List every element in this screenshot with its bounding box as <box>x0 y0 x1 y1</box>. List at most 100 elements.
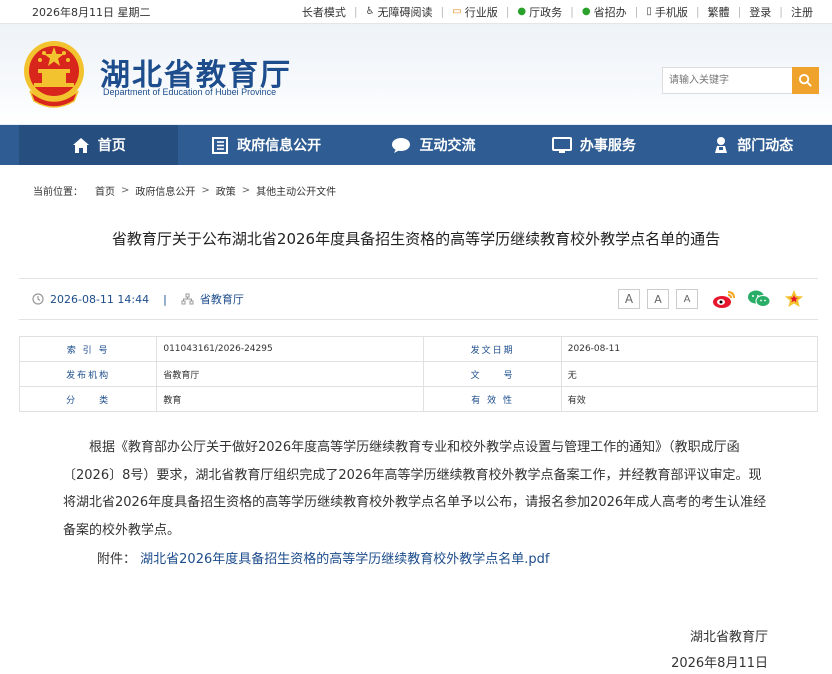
dept-affairs-label: 厅政务 <box>529 5 563 19</box>
info-value: 教育 <box>156 386 425 412</box>
info-key: 分 类 <box>18 386 158 412</box>
article-meta: 2026-08-11 14:44 | 省教育厅 A A A <box>19 278 818 320</box>
divider: | <box>440 5 445 18</box>
search-box <box>662 67 819 94</box>
divider: | <box>353 5 358 18</box>
attachment-link[interactable]: 湖北省2026年度具备招生资格的高等学历继续教育校外教学点名单.pdf <box>140 552 549 567</box>
divider: | <box>505 5 510 18</box>
info-value: 2026-08-11 <box>560 336 819 362</box>
chat-bubble-icon <box>392 137 411 153</box>
info-key: 发布机构 <box>18 361 158 387</box>
wheelchair-icon: ♿ <box>365 6 375 17</box>
nav-dept-news[interactable]: 部门动态 <box>675 125 832 165</box>
document-info-table: 索 引 号 011043161/2026-24295 发文日期 2026-08-… <box>18 336 819 412</box>
breadcrumb-item-policy[interactable]: 政策 <box>216 183 236 198</box>
divider: | <box>737 5 742 18</box>
accessibility-label: 无障碍阅读 <box>377 5 433 19</box>
table-row: 分 类 教育 有 效 性 有效 <box>18 386 819 412</box>
wechat-icon <box>748 290 771 307</box>
info-key: 有 效 性 <box>423 386 562 412</box>
article-title: 省教育厅关于公布湖北省2026年度具备招生资格的高等学历继续教育校外教学点名单的… <box>111 230 721 248</box>
divider: | <box>634 5 639 18</box>
mobile-version-link[interactable]: ▯ 手机版 <box>646 4 688 20</box>
monitor-icon <box>551 136 572 153</box>
dept-affairs-link[interactable]: ● 厅政务 <box>517 4 562 20</box>
industry-version-label: 行业版 <box>464 5 498 19</box>
divider: | <box>570 5 574 18</box>
site-header: 湖北省教育厅 Department of Education of Hubei … <box>0 24 832 125</box>
favorite-button[interactable] <box>782 288 806 310</box>
nav-gov-info-label: 政府信息公开 <box>237 138 322 154</box>
meta-right: A A A <box>618 288 806 310</box>
publish-datetime: 2026-08-11 14:44 <box>50 292 150 306</box>
wechat-icon: ● <box>517 6 527 17</box>
industry-version-link[interactable]: ▭ 行业版 <box>452 4 497 20</box>
main-nav: 首页 政府信息公开 互动交流 办事服务 部门动态 <box>0 125 832 165</box>
divider: | <box>779 5 783 18</box>
weibo-icon <box>713 291 735 308</box>
monitor-icon: ▭ <box>452 6 462 17</box>
meta-divider: | <box>163 292 167 306</box>
home-icon <box>72 137 89 153</box>
wechat-icon: ● <box>581 6 591 17</box>
info-key: 索 引 号 <box>18 336 158 362</box>
admissions-office-label: 省招办 <box>593 5 627 19</box>
accessibility-link[interactable]: ♿ 无障碍阅读 <box>366 4 433 20</box>
info-value: 省教育厅 <box>156 361 425 387</box>
national-emblem-icon <box>24 41 84 108</box>
breadcrumb-item-home[interactable]: 首页 <box>95 183 115 198</box>
table-row: 索 引 号 011043161/2026-24295 发文日期 2026-08-… <box>18 336 819 362</box>
font-size-small-button[interactable]: A <box>676 289 698 309</box>
font-size-medium-button[interactable]: A <box>647 289 669 309</box>
top-bar: 2026年8月11日 星期二 长者模式 | ♿ 无障碍阅读 | ▭ 行业版 | ● 厅… <box>0 0 832 24</box>
mobile-version-label: 手机版 <box>654 5 688 19</box>
breadcrumb-prefix: 当前位置： <box>33 186 83 198</box>
divider: | <box>695 5 700 18</box>
search-icon <box>798 73 812 87</box>
signature-date: 2026年8月11日 <box>671 656 768 671</box>
article-body: 根据《教育部办公厅关于做好2026年度高等学历继续教育专业和校外教学点设置与管理… <box>63 440 767 538</box>
info-key: 文 号 <box>423 361 562 387</box>
signature-org: 湖北省教育厅 <box>689 630 768 645</box>
top-links: 长者模式 | ♿ 无障碍阅读 | ▭ 行业版 | ● 厅政务 | ● 省招办 | ▯ 手机… <box>302 4 813 20</box>
nav-services-label: 办事服务 <box>579 138 636 154</box>
attachment-label: 附件： <box>97 552 137 567</box>
phone-icon: ▯ <box>646 6 652 17</box>
attachment: 附件： 湖北省2026年度具备招生资格的高等学历继续教育校外教学点名单.pdf <box>97 548 832 567</box>
chevron-right-icon: > <box>121 184 130 196</box>
clock-icon <box>32 293 44 305</box>
nav-gov-info[interactable]: 政府信息公开 <box>178 125 353 165</box>
current-date: 2026年8月11日 星期二 <box>32 5 151 19</box>
share-wechat-button[interactable] <box>747 288 771 310</box>
chevron-right-icon: > <box>201 184 210 196</box>
breadcrumb-item-other-files[interactable]: 其他主动公开文件 <box>256 183 336 198</box>
nav-interaction[interactable]: 互动交流 <box>354 125 513 165</box>
admissions-office-link[interactable]: ● 省招办 <box>582 4 627 20</box>
table-row: 发布机构 省教育厅 文 号 无 <box>18 361 819 387</box>
nav-dept-news-label: 部门动态 <box>737 138 794 154</box>
share-weibo-button[interactable] <box>712 288 736 310</box>
info-value: 有效 <box>560 386 819 412</box>
info-key: 发文日期 <box>423 336 562 362</box>
elder-mode-link[interactable]: 长者模式 <box>302 4 346 20</box>
person-badge-icon <box>715 137 728 153</box>
star-icon <box>785 290 803 307</box>
breadcrumb-item-gov-info[interactable]: 政府信息公开 <box>135 183 195 198</box>
chevron-right-icon: > <box>241 184 251 196</box>
article-source: 省教育厅 <box>199 293 244 306</box>
font-size-large-button[interactable]: A <box>618 289 640 309</box>
document-icon <box>212 136 229 154</box>
search-button[interactable] <box>792 67 819 94</box>
site-subtitle: Department of Education of Hubei Provinc… <box>103 87 277 97</box>
search-input[interactable] <box>662 67 792 94</box>
organization-icon <box>181 293 194 305</box>
meta-left: 2026-08-11 14:44 | 省教育厅 <box>32 291 244 307</box>
info-value: 011043161/2026-24295 <box>156 336 425 362</box>
traditional-chinese-link[interactable]: 繁體 <box>708 4 730 20</box>
nav-home-label: 首页 <box>97 138 126 154</box>
nav-services[interactable]: 办事服务 <box>513 125 674 165</box>
info-value: 无 <box>560 361 819 387</box>
login-link[interactable]: 登录 <box>749 4 771 20</box>
nav-home[interactable]: 首页 <box>19 125 179 165</box>
register-link[interactable]: 注册 <box>791 4 813 20</box>
